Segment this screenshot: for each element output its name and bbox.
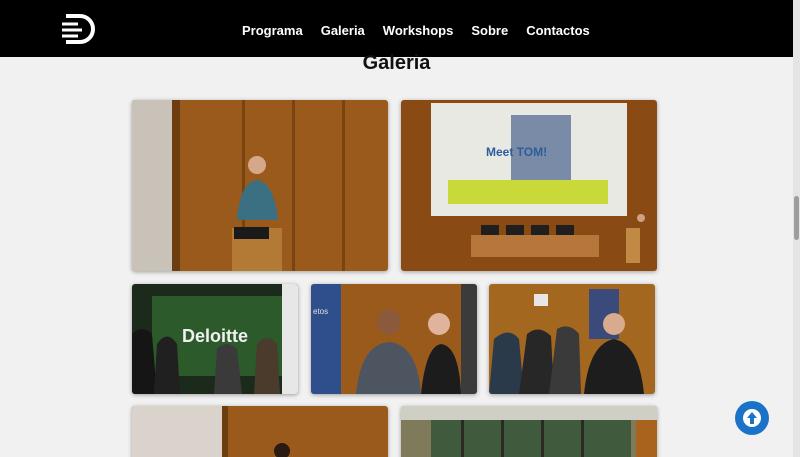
gallery-photo-speaker[interactable] [132, 100, 388, 271]
nav-galeria[interactable]: Galeria [321, 23, 365, 38]
nav-workshops[interactable]: Workshops [383, 23, 454, 38]
booth-sign: Deloitte [182, 326, 248, 346]
gallery-photo-conversation[interactable]: etos [311, 284, 477, 394]
slide-text: Meet TOM! [486, 145, 547, 159]
page-title: Galeria [362, 52, 431, 74]
side-banner: etos [313, 307, 328, 316]
gallery-photo-windows[interactable] [401, 406, 657, 457]
logo-icon[interactable] [62, 13, 100, 45]
nav-contactos[interactable]: Contactos [526, 23, 590, 38]
arrow-up-icon [743, 409, 761, 427]
gallery-photo-booth[interactable]: Deloitte [132, 284, 298, 394]
nav-programa[interactable]: Programa [242, 23, 303, 38]
gallery-photo-presentation[interactable]: Meet TOM! [401, 100, 657, 271]
top-navigation-bar: Programa Galeria Workshops Sobre Contact… [0, 0, 793, 57]
main-nav: Programa Galeria Workshops Sobre Contact… [242, 23, 608, 38]
scroll-to-top-button[interactable] [735, 401, 769, 435]
gallery-photo-stage[interactable] [132, 406, 388, 457]
nav-sobre[interactable]: Sobre [471, 23, 508, 38]
gallery-photo-crowd[interactable] [489, 284, 655, 394]
page-scrollbar[interactable] [793, 0, 800, 457]
scrollbar-thumb[interactable] [794, 196, 799, 240]
